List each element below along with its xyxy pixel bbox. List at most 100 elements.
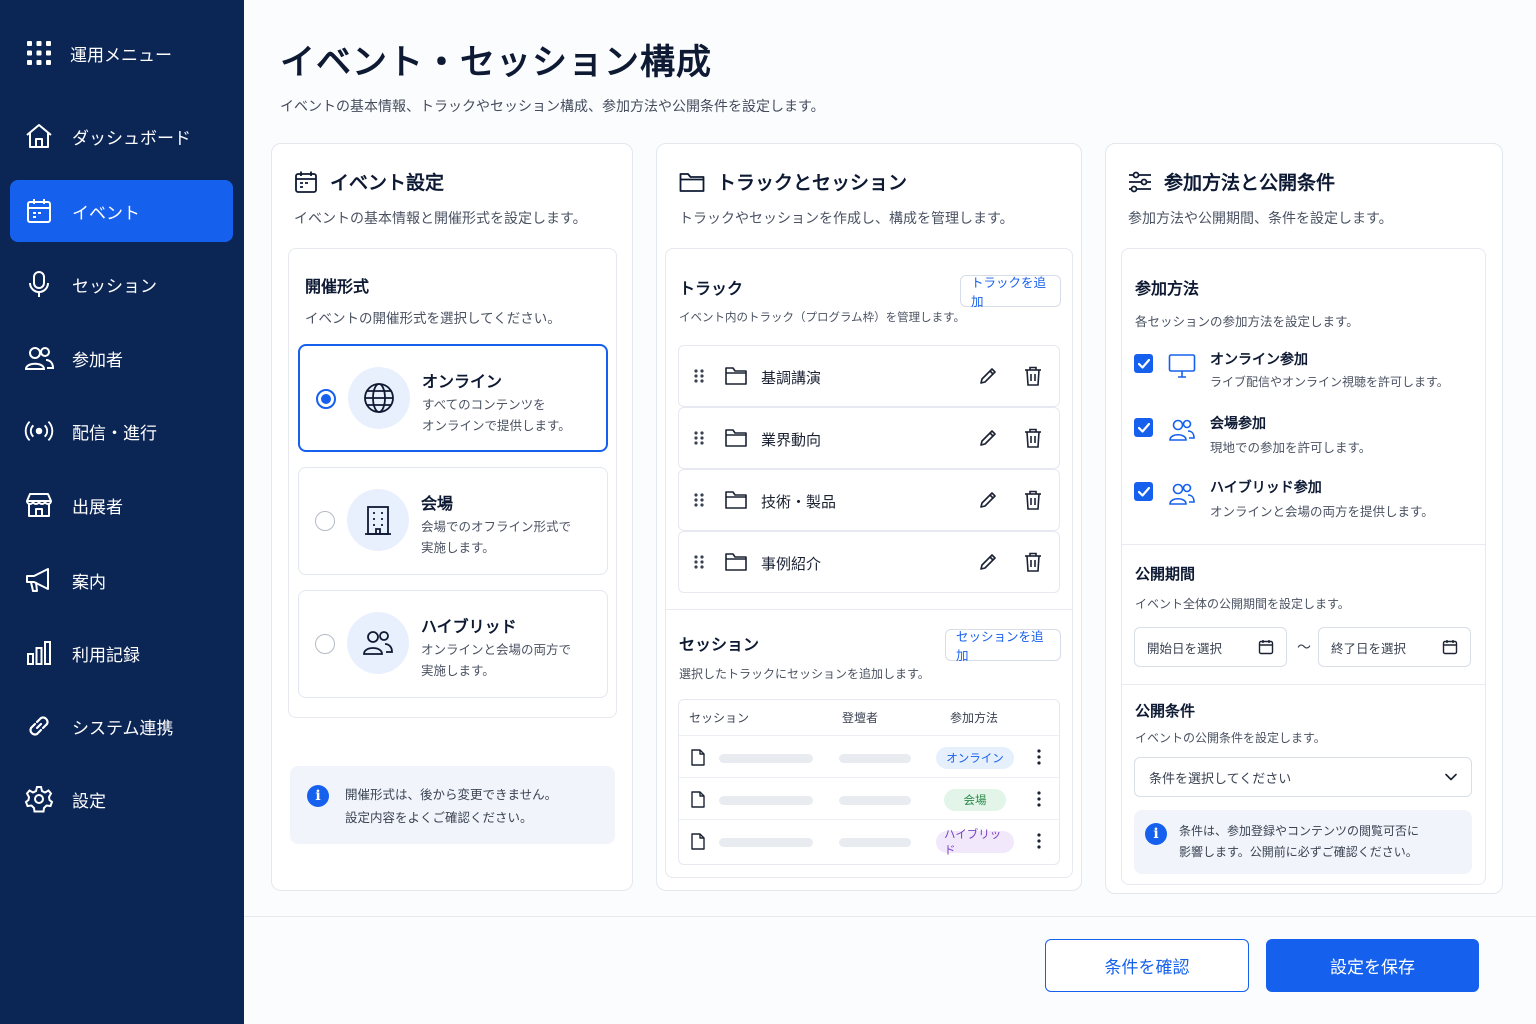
pencil-icon[interactable] <box>978 490 998 510</box>
sidebar-item-integration[interactable]: システム連携 <box>10 695 233 757</box>
add-track-button[interactable]: トラックを追加 <box>960 275 1061 309</box>
trash-icon[interactable] <box>1024 490 1042 510</box>
divider <box>1122 544 1485 545</box>
method-title-label: オンライン参加 <box>1210 352 1308 368</box>
session-description: 選択したトラックにセッションを追加します。 <box>679 667 930 681</box>
session-name-placeholder <box>719 796 813 805</box>
column-header-method: 参加方法 <box>950 711 999 725</box>
sidebar-item-session[interactable]: セッション <box>10 253 233 315</box>
format-option-hybrid[interactable]: ハイブリッド オンラインと会場の両方で 実施します。 <box>298 590 608 698</box>
users-icon <box>1168 417 1196 443</box>
track-row[interactable]: 基調講演 <box>678 345 1060 407</box>
note-line: 開催形式は、後から変更できません。 <box>345 787 558 802</box>
speaker-placeholder <box>839 754 911 763</box>
end-date-field[interactable]: 終了日を選択 <box>1318 627 1471 667</box>
date-separator: 〜 <box>1297 640 1311 656</box>
drag-handle-icon[interactable] <box>693 430 705 446</box>
table-row[interactable]: 会場 <box>679 777 1059 819</box>
end-date-placeholder: 終了日を選択 <box>1331 640 1407 656</box>
note-line: 影響します。公開前に必ずご確認ください。 <box>1179 845 1418 859</box>
radio-venue[interactable] <box>315 511 335 531</box>
checkbox-venue[interactable] <box>1134 418 1153 437</box>
radio-online[interactable] <box>316 389 336 409</box>
pencil-icon[interactable] <box>978 366 998 386</box>
option-description: 会場でのオフライン形式で 実施します。 <box>421 516 571 558</box>
start-date-placeholder: 開始日を選択 <box>1147 640 1223 656</box>
tracks-sessions-header: トラックとセッション <box>679 168 907 195</box>
sidebar-header[interactable]: 運用メニュー <box>26 40 172 66</box>
option-description-line: 実施します。 <box>421 663 495 678</box>
sidebar-item-dashboard[interactable]: ダッシュボード <box>10 105 233 167</box>
trash-icon[interactable] <box>1024 428 1042 448</box>
calendar-icon <box>24 196 54 226</box>
session-name-placeholder <box>719 838 813 847</box>
track-title: トラック <box>679 279 744 298</box>
table-row[interactable]: ハイブリッド <box>679 819 1059 861</box>
trash-icon[interactable] <box>1024 552 1042 572</box>
sidebar-item-settings[interactable]: 設定 <box>10 768 233 830</box>
period-description: イベント全体の公開期間を設定します。 <box>1135 597 1350 611</box>
chevron-down-icon <box>1445 773 1457 781</box>
period-title: 公開期間 <box>1135 565 1196 583</box>
note-line: 条件は、参加登録やコンテンツの閲覧可否に <box>1179 824 1420 838</box>
track-name: 基調講演 <box>761 369 822 387</box>
condition-note-text: 条件は、参加登録やコンテンツの閲覧可否に 影響します。公開前に必ずご確認ください… <box>1179 821 1419 863</box>
sidebar-item-usage-log[interactable]: 利用記録 <box>10 622 233 684</box>
more-options-icon[interactable] <box>1037 833 1041 849</box>
sidebar-item-broadcast[interactable]: 配信・進行 <box>10 400 233 462</box>
track-name: 業界動向 <box>761 431 822 449</box>
format-option-online[interactable]: オンライン すべてのコンテンツを オンラインで提供します。 <box>298 344 608 452</box>
monitor-icon <box>1168 353 1196 379</box>
participation-description: 参加方法や公開期間、条件を設定します。 <box>1128 211 1393 227</box>
sidebar-item-label: 設定 <box>72 791 106 812</box>
drag-handle-icon[interactable] <box>693 368 705 384</box>
users-icon <box>1168 481 1196 507</box>
method-badge-venue: 会場 <box>944 789 1006 811</box>
option-title: 会場 <box>421 494 454 513</box>
confirm-conditions-button[interactable]: 条件を確認 <box>1045 939 1249 992</box>
option-description-line: 会場でのオフライン形式で <box>421 519 572 534</box>
participation-section: 参加方法 各セッションの参加方法を設定します。 オンライン参加 ライブ配信やオン… <box>1121 248 1486 885</box>
folder-icon <box>679 171 705 193</box>
sidebar-item-label: セッション <box>72 276 157 297</box>
track-row[interactable]: 技術・製品 <box>678 469 1060 531</box>
pencil-icon[interactable] <box>978 428 998 448</box>
drag-handle-icon[interactable] <box>693 492 705 508</box>
trash-icon[interactable] <box>1024 366 1042 386</box>
sidebar-item-exhibitors[interactable]: 出展者 <box>10 474 233 536</box>
condition-note: i 条件は、参加登録やコンテンツの閲覧可否に 影響します。公開前に必ずご確認くだ… <box>1134 810 1472 874</box>
sidebar: 運用メニュー ダッシュボード イベント セッション 参加者 配信・進行 出展者 … <box>0 0 244 1024</box>
page-description: イベントの基本情報、トラックやセッション構成、参加方法や公開条件を設定します。 <box>280 99 825 115</box>
track-description: イベント内のトラック（プログラム枠）を管理します。 <box>679 310 966 324</box>
sidebar-item-participants[interactable]: 参加者 <box>10 327 233 389</box>
add-session-button[interactable]: セッションを追加 <box>945 629 1061 663</box>
method-desc-label: オンラインと会場の両方を提供します。 <box>1210 504 1434 519</box>
sidebar-item-event[interactable]: イベント <box>10 180 233 242</box>
save-settings-button[interactable]: 設定を保存 <box>1266 939 1479 992</box>
checkbox-online[interactable] <box>1134 354 1153 373</box>
format-option-venue[interactable]: 会場 会場でのオフライン形式で 実施します。 <box>298 467 608 575</box>
sidebar-item-guide[interactable]: 案内 <box>10 549 233 611</box>
session-title: セッション <box>679 635 760 654</box>
sliders-icon <box>1128 171 1152 193</box>
track-row[interactable]: 業界動向 <box>678 407 1060 469</box>
more-options-icon[interactable] <box>1037 749 1041 765</box>
session-name-placeholder <box>719 754 813 763</box>
start-date-field[interactable]: 開始日を選択 <box>1134 627 1287 667</box>
document-icon <box>691 749 705 766</box>
sidebar-item-label: 参加者 <box>72 350 123 371</box>
radio-hybrid[interactable] <box>315 634 335 654</box>
more-options-icon[interactable] <box>1037 791 1041 807</box>
info-icon: i <box>1145 823 1167 845</box>
sidebar-header-label: 運用メニュー <box>70 45 172 66</box>
event-settings-header: イベント設定 <box>294 168 444 195</box>
broadcast-icon <box>24 416 54 446</box>
table-row[interactable]: オンライン <box>679 735 1059 777</box>
condition-placeholder: 条件を選択してください <box>1149 771 1292 787</box>
drag-handle-icon[interactable] <box>693 554 705 570</box>
condition-select[interactable]: 条件を選択してください <box>1134 757 1472 797</box>
megaphone-icon <box>24 565 54 595</box>
checkbox-hybrid[interactable] <box>1134 482 1153 501</box>
pencil-icon[interactable] <box>978 552 998 572</box>
track-row[interactable]: 事例紹介 <box>678 531 1060 593</box>
